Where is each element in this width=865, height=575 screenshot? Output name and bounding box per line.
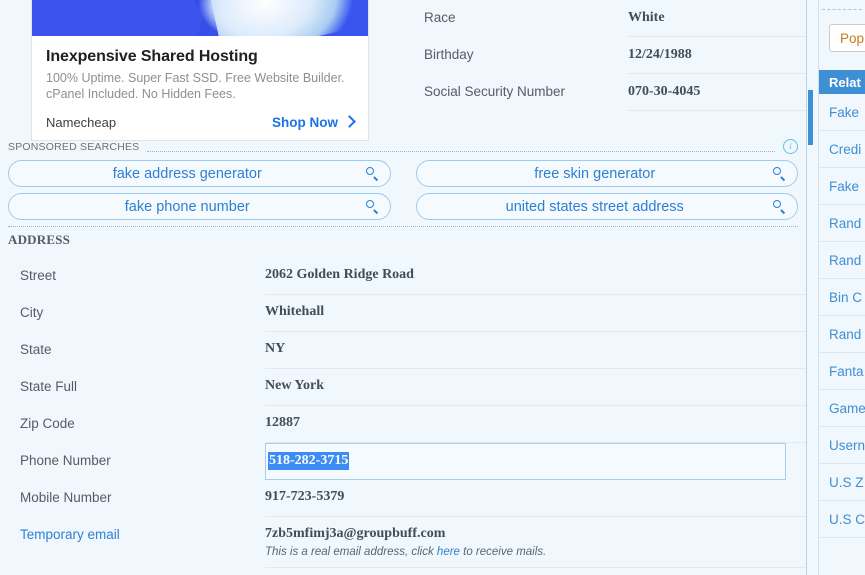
sidebar-item[interactable]: Rand xyxy=(819,316,865,353)
sidebar-dashed-divider xyxy=(822,8,862,10)
sponsored-searches-section: SPONSORED SEARCHES i fake address genera… xyxy=(0,139,806,233)
right-sidebar: Pop Relat Fake Credi Fake Rand Rand Bin … xyxy=(818,0,865,575)
field-label: City xyxy=(20,305,44,320)
sponsored-search-pill[interactable]: free skin generator xyxy=(415,160,798,187)
sidebar-item[interactable]: Fanta xyxy=(819,353,865,390)
sponsored-search-label: fake address generator xyxy=(112,165,262,182)
sponsored-searches-grid: fake address generator free skin generat… xyxy=(8,160,798,220)
field-label: Race xyxy=(424,10,456,25)
column-divider xyxy=(806,0,807,575)
address-section: ADDRESS Street 2062 Golden Ridge Road Ci… xyxy=(0,232,806,568)
field-label: Mobile Number xyxy=(20,490,112,505)
ad-cta-label: Shop Now xyxy=(272,115,338,130)
field-value-email[interactable]: 7zb5mfimj3a@groupbuff.com This is a real… xyxy=(265,517,806,568)
field-label: Phone Number xyxy=(20,453,111,468)
sponsored-search-pill[interactable]: united states street address xyxy=(415,193,798,220)
field-row-mobile-number: Mobile Number 917-723-5379 xyxy=(0,480,806,517)
field-label: State xyxy=(20,342,52,357)
field-value[interactable]: 2062 Golden Ridge Road xyxy=(265,258,806,295)
field-value[interactable]: White xyxy=(628,0,806,37)
ad-footer: Namecheap Shop Now xyxy=(46,115,356,130)
field-label: Social Security Number xyxy=(424,84,566,99)
sponsored-searches-header: SPONSORED SEARCHES i xyxy=(8,139,798,154)
field-label: Zip Code xyxy=(20,416,75,431)
sponsored-search-label: free skin generator xyxy=(534,165,656,182)
temporary-email-note: This is a real email address, click here… xyxy=(265,546,806,558)
field-value[interactable]: 12/24/1988 xyxy=(628,37,806,74)
main-content-column: Inexpensive Shared Hosting 100% Uptime. … xyxy=(0,0,806,575)
sidebar-item[interactable]: U.S Z xyxy=(819,464,865,501)
field-value-phone-number[interactable]: 518-282-3715 xyxy=(265,443,786,480)
ad-description: 100% Uptime. Super Fast SSD. Free Websit… xyxy=(46,71,345,101)
ad-shop-now-button[interactable]: Shop Now xyxy=(272,115,356,130)
field-row-street: Street 2062 Golden Ridge Road xyxy=(0,258,806,295)
sponsored-search-pill[interactable]: fake address generator xyxy=(8,160,391,187)
info-icon[interactable]: i xyxy=(783,139,798,154)
search-icon xyxy=(773,200,786,213)
ad-image-shape-a xyxy=(32,0,202,36)
field-value[interactable]: 070-30-4045 xyxy=(628,74,806,111)
search-icon xyxy=(365,167,379,180)
search-icon xyxy=(365,200,379,213)
selected-phone-number-text[interactable]: 518-282-3715 xyxy=(268,452,350,470)
sidebar-item[interactable]: Bin C xyxy=(819,279,865,316)
temporary-email-link[interactable]: Temporary email xyxy=(0,517,265,542)
ad-image-bird-primary xyxy=(200,0,360,36)
email-note-after: to receive mails. xyxy=(459,546,547,558)
field-label: Street xyxy=(20,268,57,283)
field-value[interactable]: New York xyxy=(265,369,806,406)
sidebar-item[interactable]: U.S C xyxy=(819,501,865,538)
field-value[interactable]: NY xyxy=(265,332,806,369)
sidebar-item[interactable]: Rand xyxy=(819,205,865,242)
sidebar-item[interactable]: Rand xyxy=(819,242,865,279)
field-row-phone-number: Phone Number 518-282-3715 xyxy=(0,443,806,480)
field-row-state: State NY xyxy=(0,332,806,369)
ad-title: Inexpensive Shared Hosting xyxy=(46,48,258,65)
field-row-temporary-email: Temporary email 7zb5mfimj3a@groupbuff.co… xyxy=(0,517,806,568)
sidebar-item[interactable]: Game xyxy=(819,390,865,427)
temporary-email-address: 7zb5mfimj3a@groupbuff.com xyxy=(265,526,446,541)
sponsored-searches-title: SPONSORED SEARCHES xyxy=(8,140,140,153)
search-icon xyxy=(773,167,786,180)
sponsored-search-pill[interactable]: fake phone number xyxy=(8,193,391,220)
ad-body: Inexpensive Shared Hosting 100% Uptime. … xyxy=(32,36,368,140)
page-root: Inexpensive Shared Hosting 100% Uptime. … xyxy=(0,0,865,575)
vertical-scrollbar-track[interactable] xyxy=(808,0,813,575)
field-row-city: City Whitehall xyxy=(0,295,806,332)
field-row-race: Race White xyxy=(410,0,806,37)
field-row-birthday: Birthday 12/24/1988 xyxy=(410,37,806,74)
field-label: State Full xyxy=(20,379,78,394)
field-row-ssn: Social Security Number 070-30-4045 xyxy=(410,74,806,111)
personal-info-fields: Race White Birthday 12/24/1988 Social Se… xyxy=(410,0,806,111)
vertical-scrollbar-thumb[interactable] xyxy=(808,90,813,145)
email-note-before: This is a real email address, click xyxy=(265,546,437,558)
section-title-address: ADDRESS xyxy=(8,232,71,247)
ad-brand-name: Namecheap xyxy=(46,115,117,130)
sponsored-search-label: united states street address xyxy=(505,198,684,215)
sponsored-search-label: fake phone number xyxy=(124,198,250,215)
field-row-state-full: State Full New York xyxy=(0,369,806,406)
dotted-divider xyxy=(147,150,775,152)
chevron-right-icon xyxy=(343,115,356,128)
related-links-header: Relat xyxy=(819,70,865,94)
field-value[interactable]: Whitehall xyxy=(265,295,806,332)
sponsored-ad-card[interactable]: Inexpensive Shared Hosting 100% Uptime. … xyxy=(31,0,369,141)
sidebar-item[interactable]: Fake xyxy=(819,168,865,205)
dotted-divider-bottom xyxy=(8,226,798,227)
field-value[interactable]: 917-723-5379 xyxy=(265,480,806,517)
ad-banner-image xyxy=(32,0,368,36)
email-here-link[interactable]: here xyxy=(437,546,460,558)
field-label: Birthday xyxy=(424,47,474,62)
sidebar-item[interactable]: Fake xyxy=(819,94,865,131)
popular-button[interactable]: Pop xyxy=(829,24,865,52)
field-value[interactable]: 12887 xyxy=(265,406,806,443)
sidebar-item[interactable]: Credi xyxy=(819,131,865,168)
sidebar-item[interactable]: Usern xyxy=(819,427,865,464)
field-row-zip-code: Zip Code 12887 xyxy=(0,406,806,443)
